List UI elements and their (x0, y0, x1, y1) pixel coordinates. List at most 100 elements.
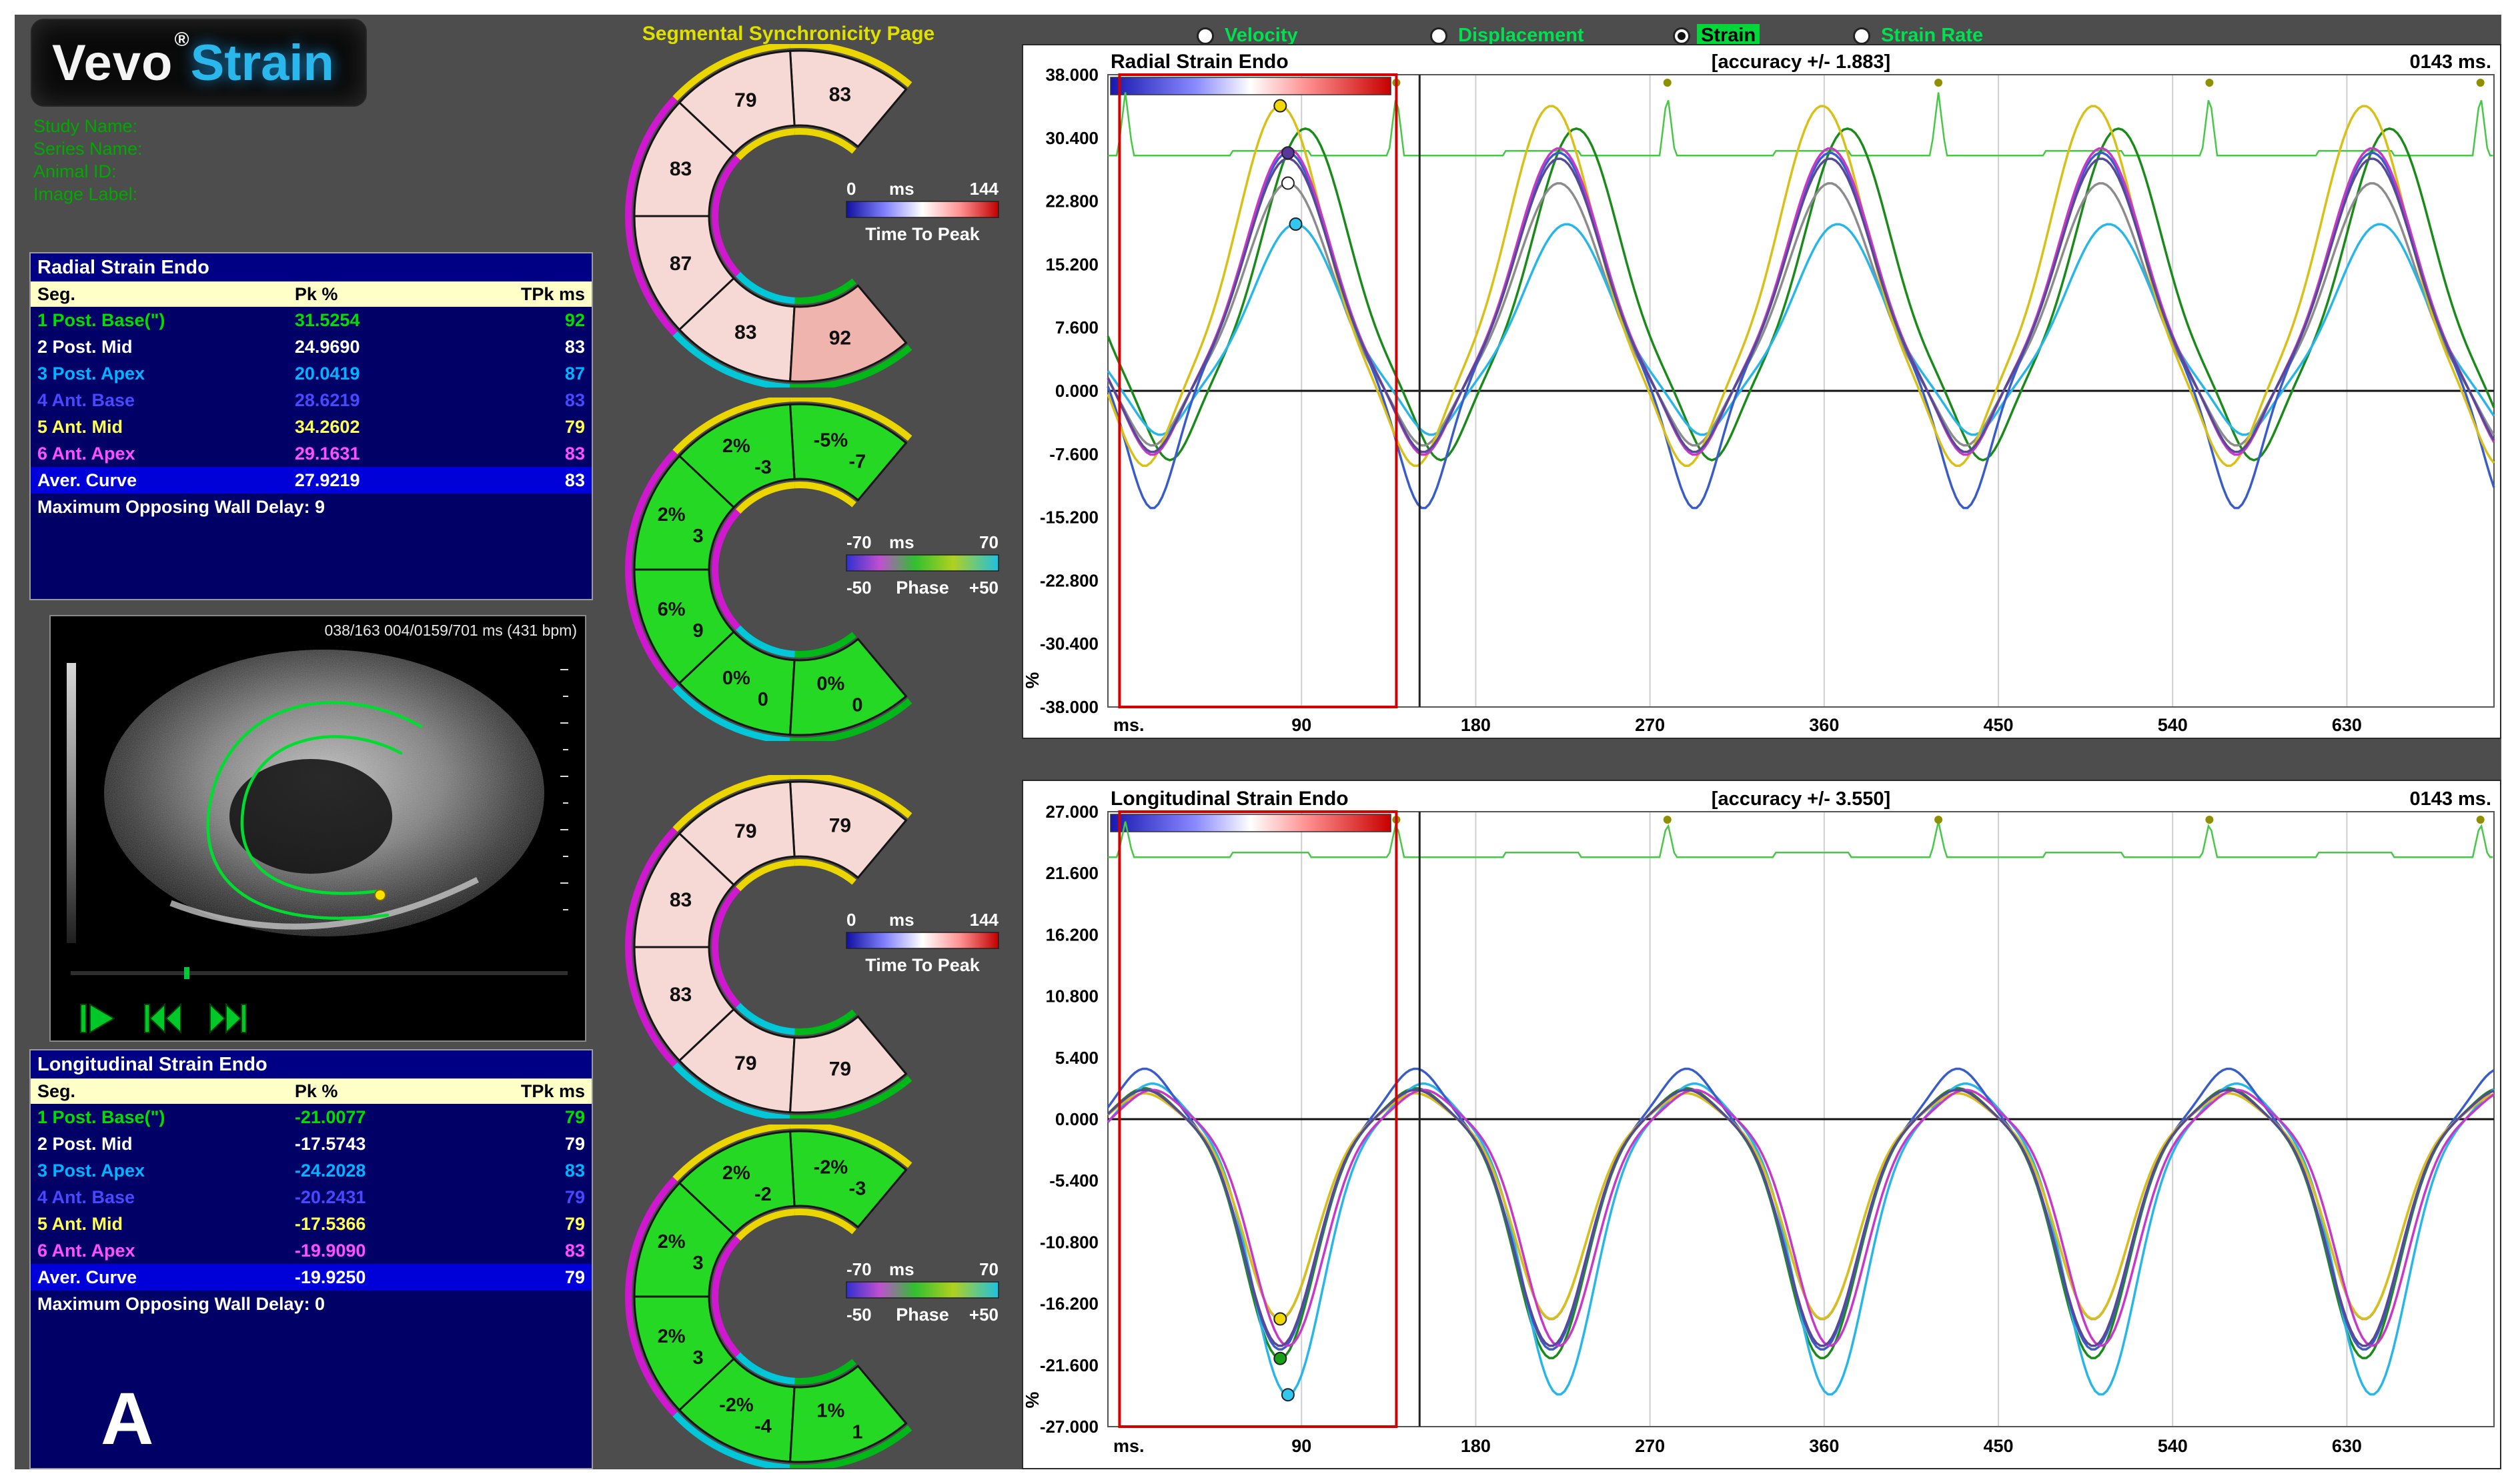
svg-text:180: 180 (1461, 715, 1491, 735)
svg-text:30.400: 30.400 (1045, 128, 1099, 148)
col-header-seg: Seg. (37, 1078, 295, 1104)
col-header-pk: Pk % (295, 281, 465, 307)
table-row[interactable]: 6 Ant. Apex29.163183 (31, 440, 592, 467)
peak-marker (1274, 100, 1286, 112)
chart-title: Radial Strain Endo (1111, 51, 1289, 73)
time-to-peak-cell: 83 (464, 1237, 585, 1264)
longitudinal-strain-chart[interactable]: Longitudinal Strain Endo[accuracy +/- 3.… (1023, 781, 2500, 1468)
svg-text:0: 0 (846, 910, 856, 930)
table-row[interactable]: 5 Ant. Mid-17.536679 (31, 1211, 592, 1237)
svg-text:70: 70 (979, 1259, 999, 1279)
peak-marker (1274, 1313, 1286, 1325)
figure-panel-letter: A (101, 1377, 153, 1461)
segment-name-cell: 1 Post. Base(") (37, 307, 295, 333)
radio-icon[interactable] (1430, 27, 1447, 45)
skip-forward-button[interactable] (201, 1002, 253, 1036)
svg-text:70: 70 (979, 532, 999, 552)
radio-icon[interactable] (1673, 27, 1690, 45)
svg-text:630: 630 (2332, 715, 2362, 735)
time-to-peak-cell: 79 (464, 1184, 585, 1211)
svg-text:-5.400: -5.400 (1049, 1171, 1099, 1191)
table-row[interactable]: 4 Ant. Base28.621983 (31, 387, 592, 414)
table-row[interactable]: 2 Post. Mid-17.574379 (31, 1131, 592, 1157)
cine-frame-caption: 038/163 004/0159/701 ms (431 bpm) (325, 622, 578, 640)
longitudinal-strain-chart-panel[interactable]: Longitudinal Strain Endo[accuracy +/- 3.… (1022, 780, 2501, 1469)
radial-strain-chart[interactable]: Radial Strain Endo[accuracy +/- 1.883]01… (1023, 45, 2500, 738)
peak-marker (1290, 218, 1302, 230)
time-to-peak-cell: 79 (464, 1211, 585, 1237)
svg-text:630: 630 (2332, 1436, 2362, 1456)
svg-text:450: 450 (1983, 715, 2013, 735)
peak-marker (1282, 1389, 1294, 1401)
svg-text:ms: ms (889, 179, 914, 199)
svg-text:+50: +50 (969, 1305, 999, 1325)
svg-text:-70: -70 (846, 1259, 872, 1279)
svg-text:-10.800: -10.800 (1040, 1232, 1099, 1252)
table-row[interactable]: 3 Post. Apex20.041987 (31, 360, 592, 387)
vevo-strain-screen: { "logo":{"vevo":"Vevo","reg":"®","strai… (0, 0, 2516, 1484)
table-row[interactable]: 1 Post. Base(")31.525492 (31, 307, 592, 333)
segment-name-cell: 4 Ant. Base (37, 387, 295, 414)
peak-value-cell: -19.9250 (295, 1264, 465, 1291)
svg-text:21.600: 21.600 (1045, 863, 1099, 883)
table-row[interactable]: 4 Ant. Base-20.243179 (31, 1184, 592, 1211)
svg-text:83: 83 (734, 321, 756, 343)
svg-text:92: 92 (829, 327, 851, 349)
svg-text:-2: -2 (754, 1184, 772, 1205)
svg-text:ms: ms (889, 1259, 914, 1279)
svg-text:-30.400: -30.400 (1040, 634, 1099, 654)
radio-icon[interactable] (1197, 27, 1214, 45)
radial-strain-chart-panel[interactable]: Radial Strain Endo[accuracy +/- 1.883]01… (1022, 44, 2501, 739)
svg-text:144: 144 (970, 179, 999, 199)
play-icon (78, 1003, 121, 1034)
svg-text:16.200: 16.200 (1045, 924, 1099, 944)
study-info: Study Name: Series Name: Animal ID: Imag… (33, 115, 143, 205)
ultrasound-cine-panel[interactable]: 038/163 004/0159/701 ms (431 bpm) (49, 615, 586, 1042)
table-row[interactable]: 5 Ant. Mid34.260279 (31, 414, 592, 440)
cine-scrubber-handle[interactable] (184, 967, 189, 979)
longitudinal-table-title: Longitudinal Strain Endo (31, 1050, 592, 1078)
play-button[interactable] (73, 1002, 125, 1036)
bullseye-phase-longitudinal: -2%-32%-22%32%3-2%-41%1-70ms70-50Phase+5… (625, 1125, 1039, 1468)
time-to-peak-cell: 87 (464, 360, 585, 387)
longitudinal-table-rows: 1 Post. Base(")-21.0077792 Post. Mid-17.… (31, 1104, 592, 1291)
strain-curve-6-ant-apex (1108, 149, 2494, 455)
svg-text:270: 270 (1635, 715, 1665, 735)
svg-text:-2%: -2% (719, 1395, 754, 1416)
radial-strain-table-panel: Radial Strain Endo Seg. Pk % TPk ms 1 Po… (29, 252, 593, 600)
table-row[interactable]: 2 Post. Mid24.969083 (31, 333, 592, 360)
svg-text:ms: ms (889, 910, 914, 930)
svg-text:3: 3 (692, 1347, 703, 1369)
vevo-strain-logo: Vevo ® Strain (31, 19, 367, 107)
table-row[interactable]: 3 Post. Apex-24.202883 (31, 1157, 592, 1184)
radio-icon[interactable] (1853, 27, 1870, 45)
svg-text:0.000: 0.000 (1055, 1109, 1099, 1129)
svg-text:0.000: 0.000 (1055, 381, 1099, 401)
chart-colorbar (1111, 77, 1391, 95)
svg-text:540: 540 (2158, 715, 2188, 735)
table-row[interactable]: Aver. Curve27.921983 (31, 467, 592, 494)
svg-text:22.800: 22.800 (1045, 191, 1099, 211)
svg-text:1%: 1% (816, 1400, 844, 1421)
svg-text:9: 9 (692, 620, 703, 642)
table-row[interactable]: Aver. Curve-19.925079 (31, 1264, 592, 1291)
timestamp-label: 0143 ms. (2409, 788, 2491, 810)
svg-text:360: 360 (1809, 1436, 1839, 1456)
svg-text:15.200: 15.200 (1045, 254, 1099, 274)
accuracy-label: [accuracy +/- 3.550] (1712, 788, 1890, 810)
svg-text:83: 83 (829, 84, 851, 106)
radial-wall-delay: Maximum Opposing Wall Delay: 9 (31, 494, 592, 520)
segment-name-cell: 6 Ant. Apex (37, 1237, 295, 1264)
col-header-tpk: TPk ms (464, 1078, 585, 1104)
skip-back-button[interactable] (137, 1002, 189, 1036)
logo-strain-text: Strain (191, 34, 334, 92)
cine-scrubber-track[interactable] (71, 971, 568, 975)
table-row[interactable]: 1 Post. Base(")-21.007779 (31, 1104, 592, 1131)
svg-text:-22.800: -22.800 (1040, 570, 1099, 590)
bullseye-time-to-peak-radial: 8379838783920ms144Time To Peak (625, 44, 1039, 388)
table-row[interactable]: 6 Ant. Apex-19.909083 (31, 1237, 592, 1264)
segment-name-cell: 5 Ant. Mid (37, 414, 295, 440)
svg-text:1: 1 (852, 1421, 862, 1443)
peak-value-cell: 31.5254 (295, 307, 465, 333)
image-label-label: Image Label: (33, 183, 143, 205)
